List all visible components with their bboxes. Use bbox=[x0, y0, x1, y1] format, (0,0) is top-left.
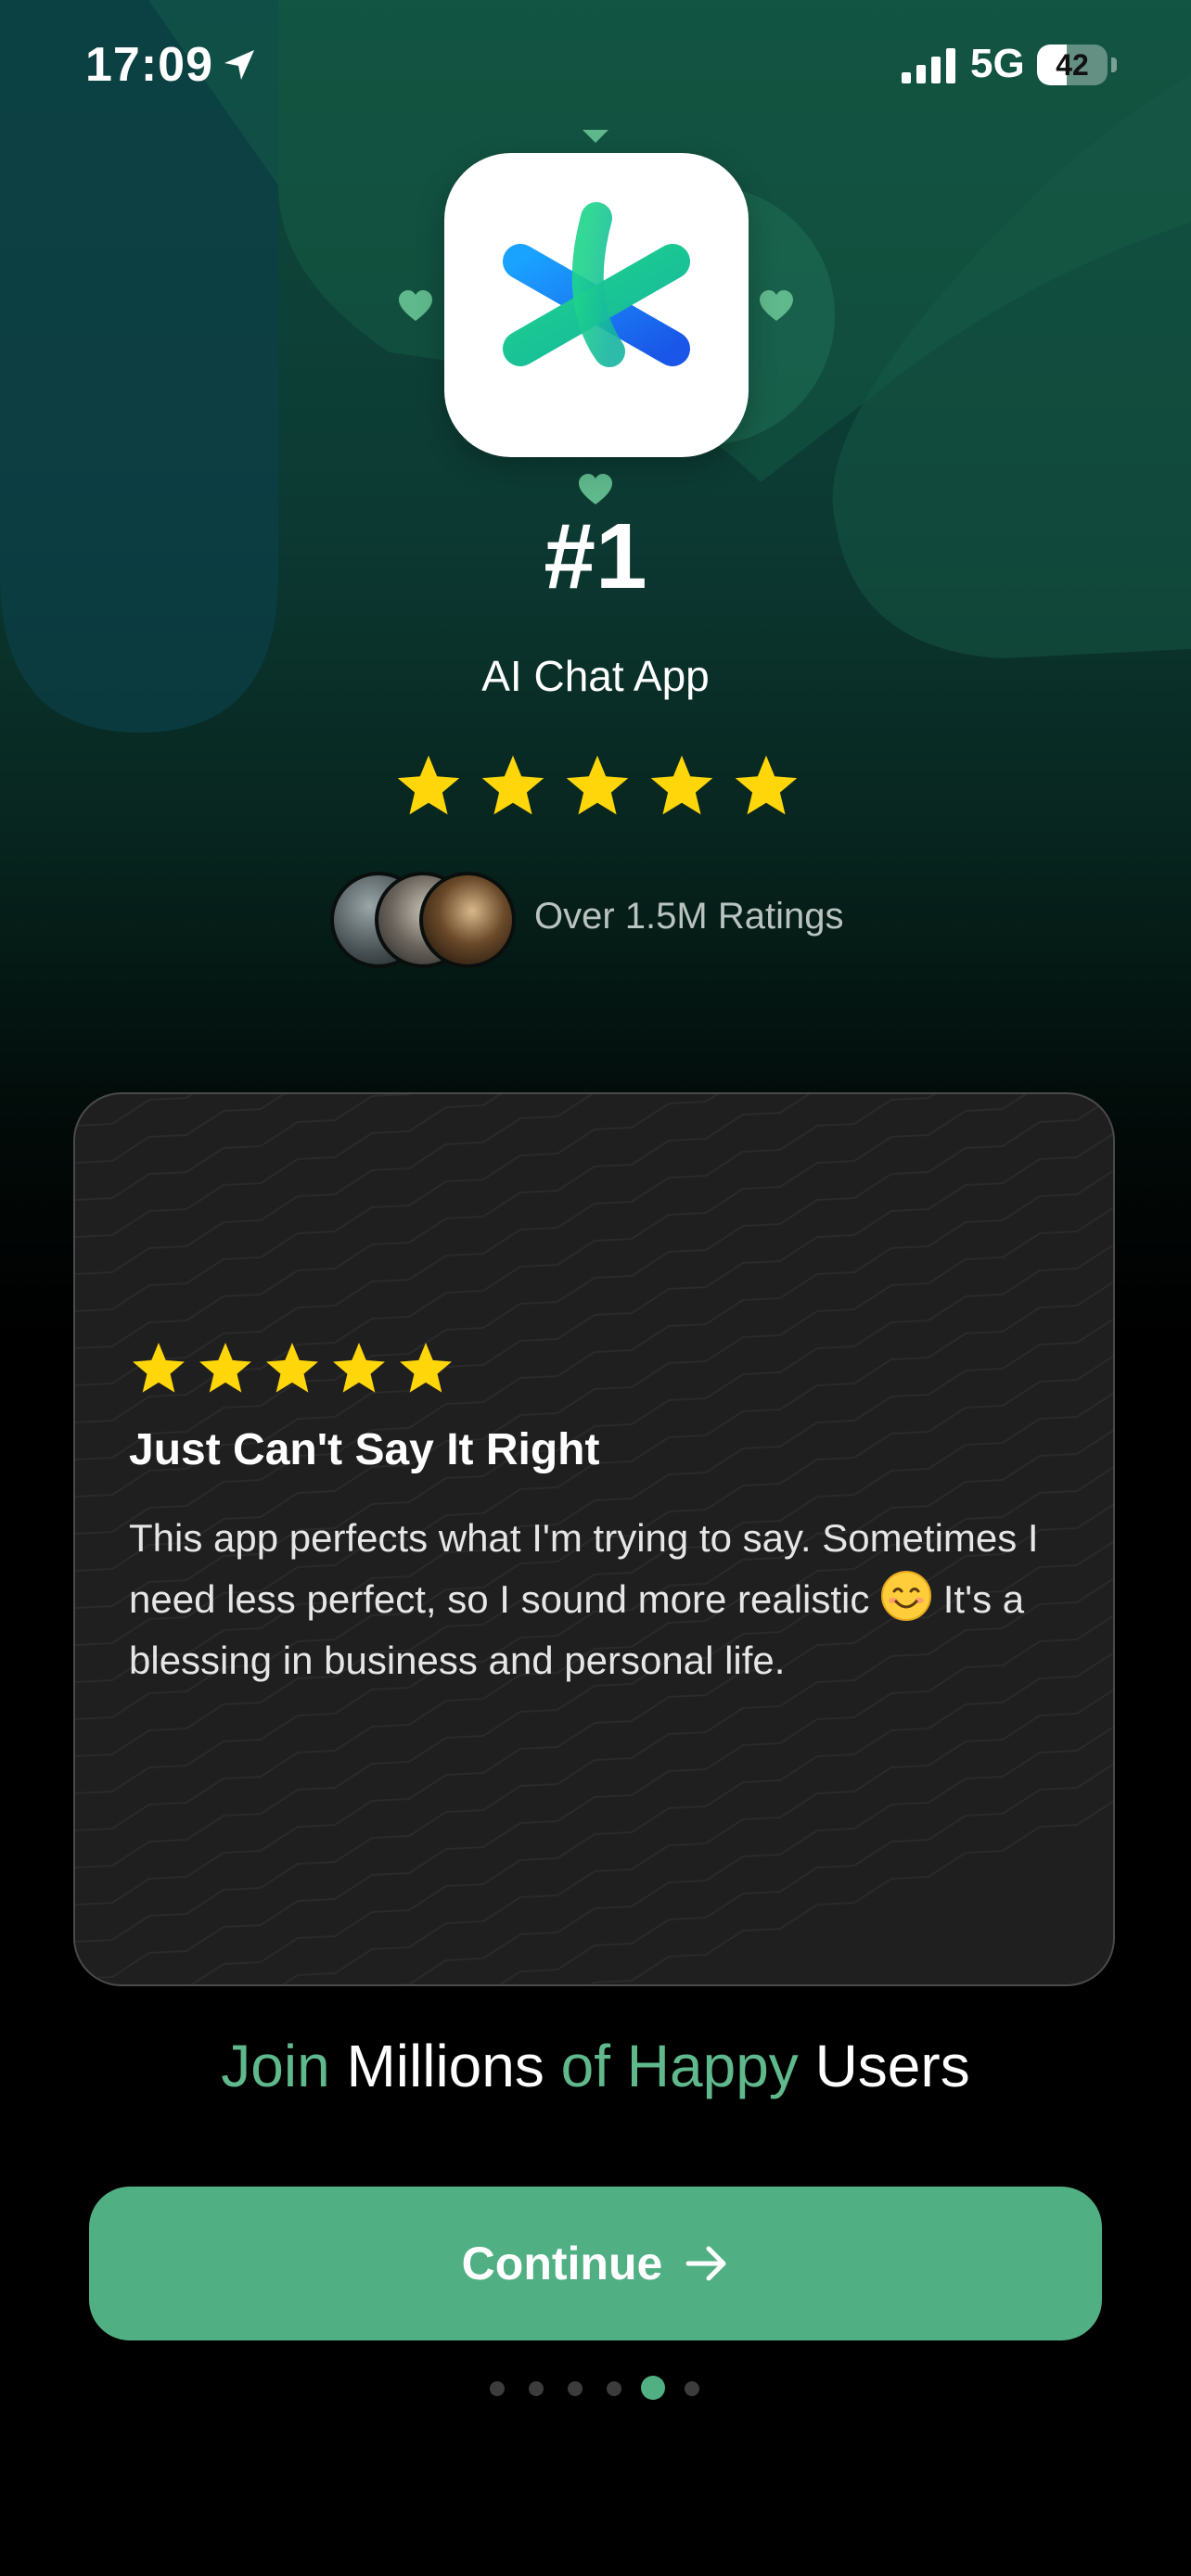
arrow-right-icon bbox=[685, 2246, 726, 2281]
star-icon bbox=[397, 755, 460, 815]
page-dot bbox=[607, 2381, 621, 2396]
page-dot bbox=[568, 2381, 583, 2396]
heart-icon bbox=[399, 290, 432, 321]
headline-word: Users bbox=[814, 2033, 970, 2099]
review-card: Just Can't Say It Right This app perfect… bbox=[73, 1092, 1115, 1986]
rating-stars bbox=[393, 751, 801, 822]
star-icon bbox=[266, 1343, 318, 1393]
onboarding-screen: 17:09 5G 42 #1 AI Chat App Over 1.5M Rat… bbox=[0, 0, 1191, 2576]
network-type: 5G bbox=[970, 41, 1025, 86]
continue-label: Continue bbox=[461, 2238, 663, 2289]
star-icon bbox=[735, 755, 798, 815]
star-icon bbox=[481, 755, 544, 815]
battery-icon: 42 bbox=[1037, 45, 1117, 85]
category-label: AI Chat App bbox=[481, 652, 710, 700]
star-icon bbox=[650, 755, 713, 815]
page-dot bbox=[490, 2381, 505, 2396]
star-icon bbox=[133, 1343, 185, 1393]
headline-word: Join bbox=[221, 2033, 330, 2099]
cellular-signal-icon bbox=[902, 48, 955, 83]
status-bar: 17:09 5G 42 bbox=[0, 0, 1191, 139]
star-logo-icon bbox=[503, 200, 690, 410]
star-icon bbox=[566, 755, 629, 815]
triangle-marker-icon bbox=[583, 130, 608, 143]
headline: Join Millions of Happy Users bbox=[0, 2027, 1191, 2105]
status-time: 17:09 bbox=[85, 38, 213, 92]
page-dot bbox=[529, 2381, 544, 2396]
star-icon bbox=[199, 1343, 251, 1393]
review-stars bbox=[129, 1339, 463, 1398]
rank-title: #1 bbox=[544, 504, 647, 608]
page-dot-active bbox=[641, 2376, 665, 2400]
avatar bbox=[419, 872, 516, 968]
headline-word: of Happy bbox=[560, 2033, 799, 2099]
review-title: Just Can't Say It Right bbox=[129, 1425, 600, 1474]
battery-percent: 42 bbox=[1056, 48, 1089, 82]
ratings-count: Over 1.5M Ratings bbox=[534, 896, 844, 937]
page-indicator bbox=[482, 2374, 724, 2402]
review-body: This app perfects what I'm trying to say… bbox=[129, 1508, 1066, 1691]
reviewer-avatars bbox=[330, 872, 516, 968]
star-icon bbox=[400, 1343, 452, 1393]
location-arrow-icon bbox=[224, 50, 254, 80]
smiling-face-icon bbox=[881, 1571, 932, 1621]
page-dot bbox=[685, 2381, 699, 2396]
continue-button[interactable]: Continue bbox=[89, 2187, 1102, 2340]
heart-icon bbox=[760, 290, 793, 321]
app-icon bbox=[444, 153, 749, 457]
star-icon bbox=[333, 1343, 385, 1393]
headline-word: Millions bbox=[346, 2033, 544, 2099]
